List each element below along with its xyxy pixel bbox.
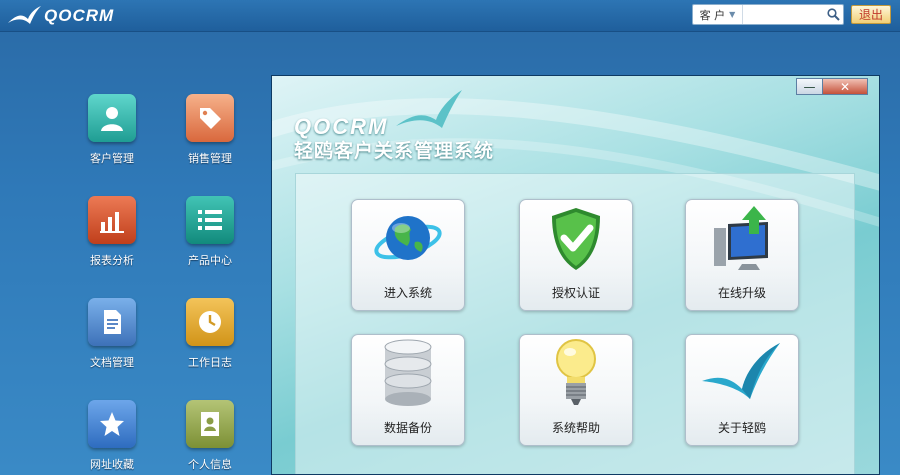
close-icon: ✕ [839, 79, 851, 94]
desktop-icon-products[interactable]: 产品中心 [170, 196, 250, 276]
search-button[interactable] [823, 5, 843, 24]
globe-icon [352, 200, 464, 272]
launcher-panel: 进入系统 授权认证 在线升级 数据备份 系统帮助 关于轻鸥 [295, 173, 855, 474]
search-category-select[interactable]: 客 户 ▼ [693, 5, 743, 24]
desktop-icon-reports[interactable]: 报表分析 [72, 196, 152, 276]
tile-label: 进入系统 [383, 286, 432, 300]
id-card-icon [186, 400, 234, 448]
tile-label: 关于轻鸥 [717, 421, 766, 435]
monitor-upgrade-icon [686, 200, 798, 272]
about-button[interactable]: 关于轻鸥 [685, 334, 799, 446]
desktop-icon-documents[interactable]: 文档管理 [72, 298, 152, 378]
clock-icon [186, 298, 234, 346]
desktop-icon-customer[interactable]: 客户管理 [72, 94, 152, 174]
desktop-icon-bookmarks[interactable]: 网址收藏 [72, 400, 152, 475]
data-backup-button[interactable]: 数据备份 [351, 334, 465, 446]
desktop-icon-label: 网址收藏 [90, 458, 134, 471]
search-icon [826, 8, 840, 21]
window-controls: — ✕ [796, 78, 868, 95]
desktop-icon-profile[interactable]: 个人信息 [170, 400, 250, 475]
database-icon [352, 335, 464, 407]
license-auth-button[interactable]: 授权认证 [519, 199, 633, 311]
bar-chart-icon [88, 196, 136, 244]
enter-system-button[interactable]: 进入系统 [351, 199, 465, 311]
desktop-icon-sales[interactable]: 销售管理 [170, 94, 250, 174]
app-logo[interactable]: QOCRM [6, 3, 114, 29]
desktop-icon-label: 销售管理 [188, 152, 232, 165]
desktop-icon-label: 报表分析 [90, 254, 134, 267]
brand-name: QOCRM [44, 6, 115, 25]
desktop-icon-label: 工作日志 [188, 356, 232, 369]
window-title: 轻鸥客户关系管理系统 [294, 140, 495, 162]
close-button[interactable]: ✕ [823, 78, 868, 95]
search-box: 客 户 ▼ [692, 4, 844, 25]
desktop-icon-label: 文档管理 [90, 356, 134, 369]
list-icon [186, 196, 234, 244]
dropdown-arrow-icon: ▼ [729, 10, 736, 19]
seagull-icon [686, 335, 798, 407]
desktop-icon-label: 个人信息 [188, 458, 232, 471]
minimize-icon: — [803, 79, 816, 94]
crm-launcher-window: — ✕ QOCRM 轻鸥客户关系管理系统 进入系统 授权认证 在线升级 数据备份… [271, 75, 880, 475]
star-icon [88, 400, 136, 448]
shield-check-icon [520, 200, 632, 272]
person-icon [88, 94, 136, 142]
search-input[interactable] [743, 6, 823, 23]
seagull-logo-icon [396, 90, 462, 128]
price-tag-icon [186, 94, 234, 142]
lightbulb-icon [520, 335, 632, 407]
desktop-icon-label: 客户管理 [90, 152, 134, 165]
tile-label: 数据备份 [383, 421, 432, 435]
document-icon [88, 298, 136, 346]
system-help-button[interactable]: 系统帮助 [519, 334, 633, 446]
top-bar: QOCRM 客 户 ▼ 退出 [0, 0, 900, 32]
tile-label: 授权认证 [551, 286, 600, 300]
search-category-label: 客 户 [699, 8, 726, 22]
tile-label: 系统帮助 [551, 421, 600, 435]
desktop-icon-worklog[interactable]: 工作日志 [170, 298, 250, 378]
minimize-button[interactable]: — [796, 78, 823, 95]
desktop-icon-label: 产品中心 [188, 254, 232, 267]
seagull-logo-icon [8, 6, 41, 24]
tile-label: 在线升级 [717, 286, 766, 300]
logout-label: 退出 [858, 8, 883, 22]
logout-button[interactable]: 退出 [851, 5, 891, 24]
online-upgrade-button[interactable]: 在线升级 [685, 199, 799, 311]
